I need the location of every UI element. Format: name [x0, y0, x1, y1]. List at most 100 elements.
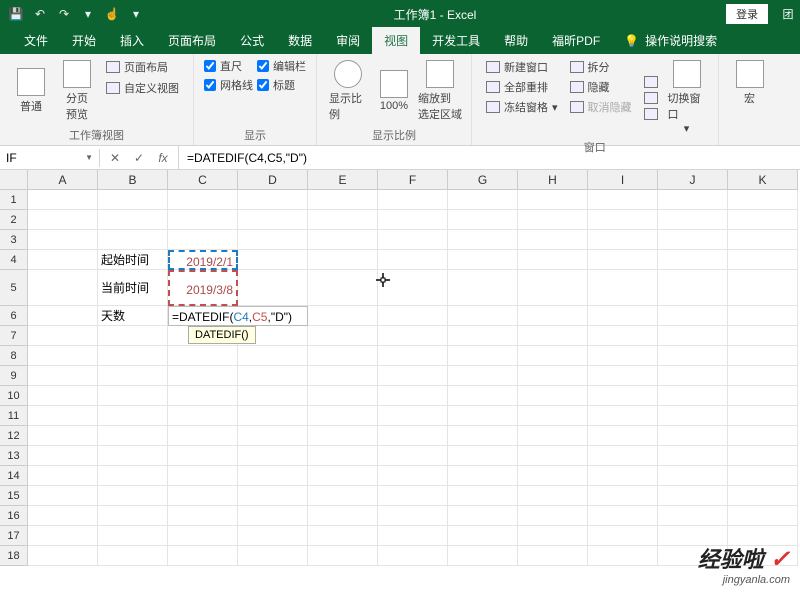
- cell[interactable]: [518, 486, 588, 506]
- formula-bar-checkbox[interactable]: 编辑栏: [257, 58, 306, 74]
- cell[interactable]: [588, 466, 658, 486]
- cell[interactable]: [378, 346, 448, 366]
- cell[interactable]: [448, 406, 518, 426]
- cell[interactable]: [168, 386, 238, 406]
- cell[interactable]: [378, 546, 448, 566]
- cell[interactable]: [448, 346, 518, 366]
- cell[interactable]: [378, 526, 448, 546]
- tab-foxit-pdf[interactable]: 福昕PDF: [540, 27, 612, 54]
- cell[interactable]: [658, 306, 728, 326]
- cell[interactable]: [518, 386, 588, 406]
- cell[interactable]: [28, 190, 98, 210]
- cell[interactable]: [98, 190, 168, 210]
- cell[interactable]: [588, 230, 658, 250]
- cell[interactable]: [98, 466, 168, 486]
- cell[interactable]: [378, 486, 448, 506]
- cell[interactable]: [448, 326, 518, 346]
- cell[interactable]: [588, 446, 658, 466]
- cell[interactable]: [658, 386, 728, 406]
- zoom-100-button[interactable]: 100%: [373, 58, 415, 124]
- sync-scroll-icon[interactable]: [640, 91, 662, 105]
- cell[interactable]: [308, 506, 378, 526]
- cell[interactable]: [728, 506, 798, 526]
- cell[interactable]: [28, 546, 98, 566]
- cell[interactable]: [728, 466, 798, 486]
- row-header[interactable]: 4: [0, 250, 28, 270]
- page-layout-button[interactable]: 页面布局: [102, 58, 183, 76]
- cell[interactable]: [728, 270, 798, 306]
- cell[interactable]: [98, 486, 168, 506]
- row-header[interactable]: 17: [0, 526, 28, 546]
- cell[interactable]: [518, 326, 588, 346]
- cell[interactable]: [168, 506, 238, 526]
- cell[interactable]: [168, 230, 238, 250]
- fx-button[interactable]: fx: [156, 151, 170, 165]
- cell[interactable]: [238, 426, 308, 446]
- cell[interactable]: [518, 466, 588, 486]
- tab-page-layout[interactable]: 页面布局: [156, 27, 228, 54]
- arrange-all-button[interactable]: 全部重排: [482, 78, 562, 96]
- cell[interactable]: [28, 406, 98, 426]
- cell[interactable]: [728, 326, 798, 346]
- cancel-formula-button[interactable]: ✕: [108, 151, 122, 165]
- cell[interactable]: [28, 210, 98, 230]
- cell[interactable]: [378, 406, 448, 426]
- cell[interactable]: [378, 446, 448, 466]
- cell[interactable]: [28, 426, 98, 446]
- tab-view[interactable]: 视图: [372, 27, 420, 54]
- window-control-icon[interactable]: 团: [776, 6, 800, 22]
- cell[interactable]: [28, 466, 98, 486]
- cell[interactable]: [238, 386, 308, 406]
- cell[interactable]: [728, 306, 798, 326]
- cell[interactable]: [238, 446, 308, 466]
- cell[interactable]: [378, 306, 448, 326]
- split-button[interactable]: 拆分: [566, 58, 636, 76]
- column-header[interactable]: H: [518, 170, 588, 190]
- row-header[interactable]: 14: [0, 466, 28, 486]
- cell[interactable]: [98, 346, 168, 366]
- cell[interactable]: [518, 250, 588, 270]
- column-header[interactable]: E: [308, 170, 378, 190]
- cell[interactable]: [518, 190, 588, 210]
- cell[interactable]: [588, 190, 658, 210]
- save-icon[interactable]: 💾: [8, 6, 24, 22]
- cell[interactable]: [28, 366, 98, 386]
- cell[interactable]: [658, 486, 728, 506]
- column-header[interactable]: C: [168, 170, 238, 190]
- row-header[interactable]: 11: [0, 406, 28, 426]
- ruler-checkbox[interactable]: 直尺: [204, 58, 253, 74]
- cell[interactable]: [658, 346, 728, 366]
- cell[interactable]: [658, 210, 728, 230]
- cell[interactable]: [448, 466, 518, 486]
- cell[interactable]: [238, 210, 308, 230]
- page-break-preview-button[interactable]: 分页 预览: [56, 58, 98, 124]
- cell[interactable]: [238, 346, 308, 366]
- cell[interactable]: [448, 270, 518, 306]
- cell[interactable]: [168, 486, 238, 506]
- row-header[interactable]: 6: [0, 306, 28, 326]
- cell[interactable]: [308, 250, 378, 270]
- cell[interactable]: [448, 210, 518, 230]
- cell[interactable]: [588, 250, 658, 270]
- cell-c6-editing[interactable]: =DATEDIF(C4,C5,"D"): [168, 306, 308, 326]
- cell[interactable]: [308, 366, 378, 386]
- cell[interactable]: [238, 250, 308, 270]
- cell[interactable]: [588, 506, 658, 526]
- cell[interactable]: [658, 190, 728, 210]
- cell[interactable]: [728, 250, 798, 270]
- cell[interactable]: [308, 386, 378, 406]
- cell[interactable]: [28, 526, 98, 546]
- name-box[interactable]: IF ▼: [0, 149, 100, 167]
- cell[interactable]: [378, 250, 448, 270]
- cell[interactable]: [518, 366, 588, 386]
- cell[interactable]: [308, 346, 378, 366]
- cell[interactable]: [28, 270, 98, 306]
- cell[interactable]: [308, 190, 378, 210]
- cell[interactable]: [658, 230, 728, 250]
- cell[interactable]: [238, 190, 308, 210]
- cell-b4[interactable]: 起始时间: [98, 250, 168, 270]
- tab-file[interactable]: 文件: [12, 27, 60, 54]
- gridlines-checkbox[interactable]: 网格线: [204, 77, 253, 93]
- cell[interactable]: [378, 466, 448, 486]
- cell[interactable]: [728, 230, 798, 250]
